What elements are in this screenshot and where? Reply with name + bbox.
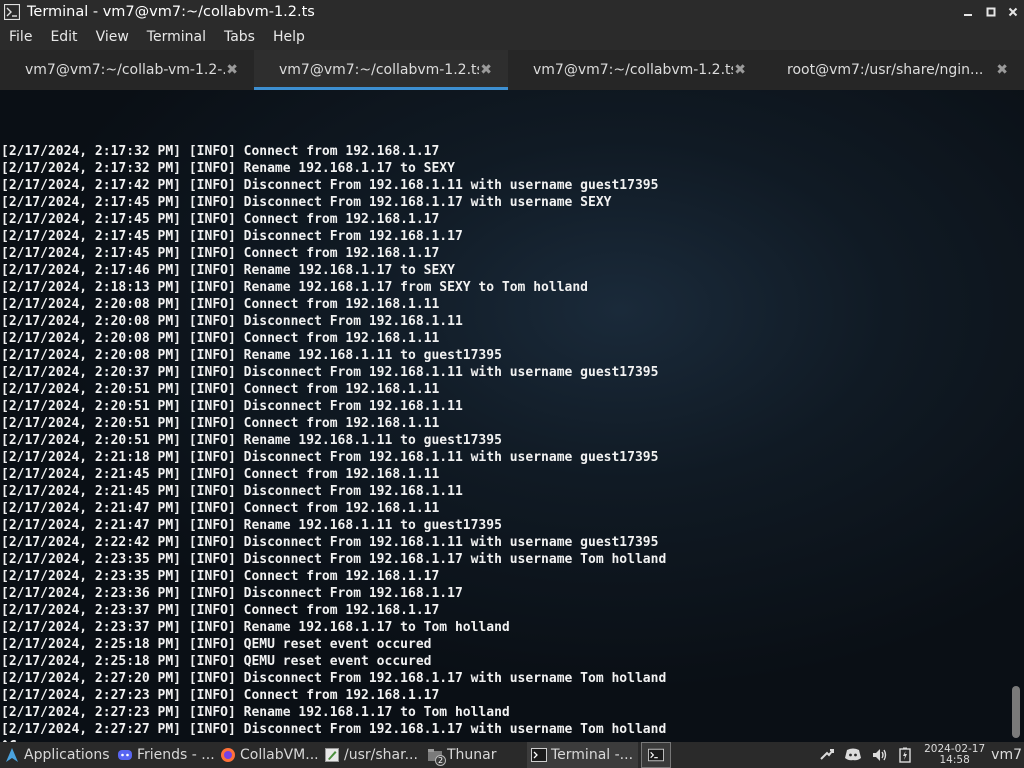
taskbar-item-discord[interactable]: Friends - ... [113, 742, 216, 768]
terminal-line: [2/17/2024, 2:17:46 PM] [INFO] Rename 19… [1, 263, 455, 278]
text-editor-icon [324, 747, 340, 763]
firefox-icon [220, 747, 236, 763]
terminal-line: [2/17/2024, 2:23:35 PM] [INFO] Disconnec… [1, 552, 667, 567]
taskbar-item-label: CollabVM... [240, 747, 319, 763]
terminal-line: [2/17/2024, 2:17:32 PM] [INFO] Rename 19… [1, 161, 455, 176]
tab-close-icon[interactable]: ✖ [480, 62, 492, 78]
terminal-line: [2/17/2024, 2:22:42 PM] [INFO] Disconnec… [1, 535, 659, 550]
menu-view[interactable]: View [87, 29, 138, 45]
terminal-line: [2/17/2024, 2:21:45 PM] [INFO] Connect f… [1, 467, 440, 482]
minimize-icon[interactable] [959, 3, 977, 21]
terminal-line: [2/17/2024, 2:27:23 PM] [INFO] Rename 19… [1, 705, 510, 720]
terminal-app-icon [3, 3, 21, 21]
terminal-line: [2/17/2024, 2:20:51 PM] [INFO] Connect f… [1, 382, 440, 397]
terminal-line: [2/17/2024, 2:17:45 PM] [INFO] Disconnec… [1, 229, 463, 244]
menu-file[interactable]: File [0, 29, 41, 45]
show-desktop-button[interactable] [641, 742, 671, 768]
taskbar-item-label: Terminal -... [551, 747, 634, 763]
menu-terminal[interactable]: Terminal [138, 29, 215, 45]
terminal-line: [2/17/2024, 2:17:32 PM] [INFO] Connect f… [1, 144, 440, 159]
volume-icon[interactable] [869, 745, 889, 765]
discord-icon [117, 747, 133, 763]
terminal-line: [2/17/2024, 2:21:47 PM] [INFO] Connect f… [1, 501, 440, 516]
terminal-icon [648, 747, 664, 763]
applications-icon [4, 747, 20, 763]
taskbar-item-editor[interactable]: /usr/shar... [320, 742, 423, 768]
terminal-line: [2/17/2024, 2:20:51 PM] [INFO] Disconnec… [1, 399, 463, 414]
terminal-line: [2/17/2024, 2:20:08 PM] [INFO] Connect f… [1, 297, 440, 312]
terminal-line: [2/17/2024, 2:25:18 PM] [INFO] QEMU rese… [1, 637, 432, 652]
terminal-line: [2/17/2024, 2:17:42 PM] [INFO] Disconnec… [1, 178, 659, 193]
terminal-line: [2/17/2024, 2:20:08 PM] [INFO] Rename 19… [1, 348, 502, 363]
tab-close-icon[interactable]: ✖ [734, 62, 746, 78]
terminal-line: [2/17/2024, 2:23:37 PM] [INFO] Rename 19… [1, 620, 510, 635]
terminal-line: [2/17/2024, 2:27:20 PM] [INFO] Disconnec… [1, 671, 667, 686]
terminal-line: [2/17/2024, 2:23:35 PM] [INFO] Connect f… [1, 569, 440, 584]
terminal-output: [2/17/2024, 2:17:32 PM] [INFO] Connect f… [1, 92, 666, 742]
menu-tabs[interactable]: Tabs [215, 29, 264, 45]
terminal-line: [2/17/2024, 2:23:36 PM] [INFO] Disconnec… [1, 586, 463, 601]
terminal-view[interactable]: [2/17/2024, 2:17:32 PM] [INFO] Connect f… [0, 90, 1024, 742]
taskbar-item-label: Friends - ... [137, 747, 215, 763]
terminal-icon [531, 747, 547, 763]
maximize-icon[interactable] [982, 3, 1000, 21]
system-tray: 2024-02-17 14:58 vm7 [814, 742, 1024, 768]
taskbar-item-thunar[interactable]: Thunar 2 [423, 742, 527, 768]
taskbar: Applications Friends - ... CollabVM... /… [0, 742, 1024, 768]
window-title: Terminal - vm7@vm7:~/collabvm-1.2.ts [27, 4, 315, 20]
tab-close-icon[interactable]: ✖ [996, 62, 1008, 78]
tab-bar: vm7@vm7:~/collab-vm-1.2-... ✖ vm7@vm7:~/… [0, 50, 1024, 90]
terminal-line: [2/17/2024, 2:27:27 PM] [INFO] Disconnec… [1, 722, 667, 737]
tab-close-icon[interactable]: ✖ [226, 62, 238, 78]
tab-label: vm7@vm7:~/collab-vm-1.2-... [25, 62, 225, 78]
window-count-badge: 2 [435, 755, 446, 766]
terminal-line: [2/17/2024, 2:23:37 PM] [INFO] Connect f… [1, 603, 440, 618]
clock[interactable]: 2024-02-17 14:58 [924, 744, 985, 766]
terminal-line: [2/17/2024, 2:20:51 PM] [INFO] Rename 19… [1, 433, 502, 448]
terminal-line: [2/17/2024, 2:17:45 PM] [INFO] Connect f… [1, 212, 440, 227]
terminal-line: [2/17/2024, 2:18:13 PM] [INFO] Rename 19… [1, 280, 588, 295]
terminal-line: [2/17/2024, 2:20:51 PM] [INFO] Connect f… [1, 416, 440, 431]
taskbar-item-label: Thunar [447, 747, 497, 763]
user-name[interactable]: vm7 [991, 747, 1022, 763]
tab-2[interactable]: vm7@vm7:~/collabvm-1.2.ts ✖ [254, 50, 508, 90]
applications-menu-button[interactable]: Applications [0, 742, 113, 768]
clock-time: 14:58 [939, 754, 970, 766]
window-titlebar[interactable]: Terminal - vm7@vm7:~/collabvm-1.2.ts [0, 0, 1024, 24]
tab-label: vm7@vm7:~/collabvm-1.2.ts [533, 62, 733, 78]
menu-bar: File Edit View Terminal Tabs Help [0, 24, 1024, 50]
network-icon[interactable] [817, 745, 837, 765]
terminal-scrollbar[interactable] [1012, 686, 1020, 738]
taskbar-item-firefox[interactable]: CollabVM... [216, 742, 320, 768]
terminal-line: [2/17/2024, 2:20:08 PM] [INFO] Disconnec… [1, 314, 463, 329]
menu-help[interactable]: Help [264, 29, 314, 45]
tab-4[interactable]: root@vm7:/usr/share/ngin... ✖ [762, 50, 1024, 90]
terminal-line: [2/17/2024, 2:17:45 PM] [INFO] Connect f… [1, 246, 440, 261]
terminal-line: [2/17/2024, 2:17:45 PM] [INFO] Disconnec… [1, 195, 612, 210]
menu-edit[interactable]: Edit [41, 29, 86, 45]
taskbar-item-terminal[interactable]: Terminal -... [527, 742, 638, 768]
terminal-line: [2/17/2024, 2:20:08 PM] [INFO] Connect f… [1, 331, 440, 346]
terminal-line: [2/17/2024, 2:25:18 PM] [INFO] QEMU rese… [1, 654, 432, 669]
close-icon[interactable] [1004, 3, 1022, 21]
terminal-line: [2/17/2024, 2:21:45 PM] [INFO] Disconnec… [1, 484, 463, 499]
taskbar-item-label: /usr/shar... [344, 747, 418, 763]
battery-icon[interactable] [895, 745, 915, 765]
tab-label: vm7@vm7:~/collabvm-1.2.ts [279, 62, 479, 78]
terminal-line: [2/17/2024, 2:27:23 PM] [INFO] Connect f… [1, 688, 440, 703]
discord-tray-icon[interactable] [843, 745, 863, 765]
taskbar-item-label: Applications [24, 747, 110, 763]
tab-3[interactable]: vm7@vm7:~/collabvm-1.2.ts ✖ [508, 50, 762, 90]
tab-1[interactable]: vm7@vm7:~/collab-vm-1.2-... ✖ [0, 50, 254, 90]
tab-label: root@vm7:/usr/share/ngin... [787, 62, 984, 78]
terminal-line: [2/17/2024, 2:21:47 PM] [INFO] Rename 19… [1, 518, 502, 533]
terminal-line: [2/17/2024, 2:21:18 PM] [INFO] Disconnec… [1, 450, 659, 465]
terminal-line: [2/17/2024, 2:20:37 PM] [INFO] Disconnec… [1, 365, 659, 380]
